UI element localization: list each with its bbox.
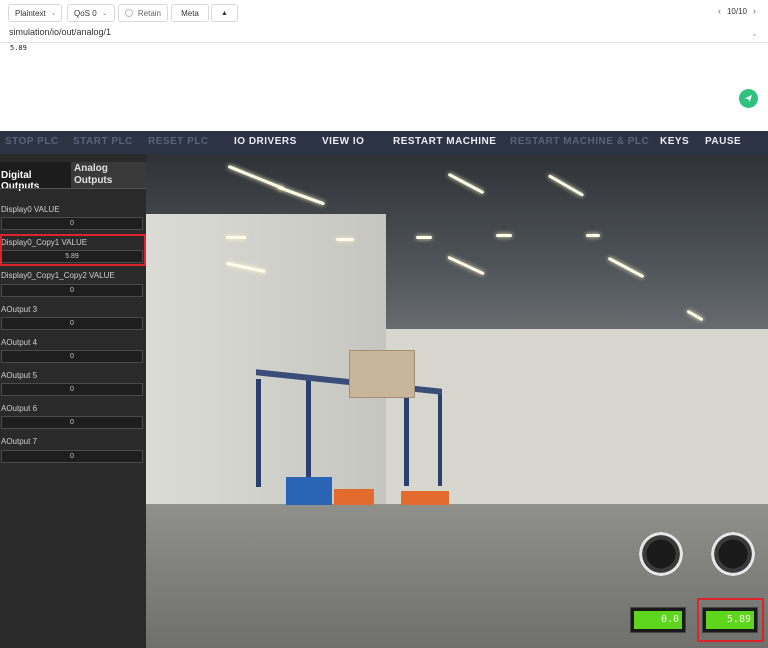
simulator-window: STOP PLC START PLC RESET PLC IO DRIVERS … <box>0 131 768 648</box>
field-value[interactable]: 0 <box>1 217 143 230</box>
menu-restart-machine[interactable]: RESTART MACHINE <box>393 136 496 147</box>
field-value[interactable]: 0 <box>1 350 143 363</box>
stacked-boxes <box>349 350 415 398</box>
format-label: Plaintext <box>15 8 46 18</box>
send-button[interactable] <box>739 89 758 108</box>
topic-input[interactable]: simulation/io/out/analog/1 <box>9 27 111 37</box>
divider <box>0 188 146 189</box>
ceiling-light <box>416 236 432 239</box>
rack-post <box>256 379 261 487</box>
field-value[interactable]: 0 <box>1 317 143 330</box>
caret-up-icon: ▲ <box>221 9 228 17</box>
field-label: AOutput 5 <box>1 371 38 380</box>
ceiling-light <box>226 236 246 239</box>
publish-toolbar: Plaintext ⌄ QoS 0 ⌄ Retain Meta ▲ ‹ 10/1… <box>0 0 768 26</box>
tab-analog-outputs[interactable]: Analog Outputs <box>71 162 146 188</box>
highlight-box <box>0 234 146 266</box>
field-label: AOutput 3 <box>1 305 38 314</box>
field-label: AOutput 7 <box>1 437 38 446</box>
digital-display-left: 0.0 <box>630 607 686 633</box>
meta-label: Meta <box>181 8 199 18</box>
orange-crate <box>334 489 374 505</box>
chevron-down-icon[interactable]: ⌄ <box>751 29 758 38</box>
simulator-menubar: STOP PLC START PLC RESET PLC IO DRIVERS … <box>0 131 768 154</box>
io-tabs: Digital Outputs Analog Outputs <box>0 162 146 192</box>
io-panel: Digital Outputs Analog Outputs Display0 … <box>0 154 146 648</box>
field-label: Display0_Copy1_Copy2 VALUE <box>1 271 115 280</box>
send-icon <box>744 94 753 103</box>
expand-button[interactable]: ▲ <box>211 4 238 22</box>
menu-start-plc: START PLC <box>73 136 133 147</box>
rack-post <box>438 389 442 486</box>
menu-keys[interactable]: KEYS <box>660 136 689 147</box>
field-value[interactable]: 0 <box>1 416 143 429</box>
ceiling-light <box>336 238 354 241</box>
message-pager: ‹ 10/10 › <box>718 6 756 16</box>
field-value[interactable]: 0 <box>1 383 143 396</box>
field-label: AOutput 4 <box>1 338 38 347</box>
menu-pause[interactable]: PAUSE <box>705 136 741 147</box>
rotary-knob[interactable] <box>711 532 755 576</box>
format-select[interactable]: Plaintext ⌄ <box>8 4 62 22</box>
chevron-left-icon[interactable]: ‹ <box>718 6 721 16</box>
retain-label: Retain <box>137 8 161 18</box>
meta-button[interactable]: Meta <box>171 4 209 22</box>
display-value: 0.0 <box>634 611 682 629</box>
menu-io-drivers[interactable]: IO DRIVERS <box>234 136 297 147</box>
ceiling-light <box>496 234 512 237</box>
qos-select[interactable]: QoS 0 ⌄ <box>67 4 115 22</box>
tab-digital-outputs[interactable]: Digital Outputs <box>0 162 71 192</box>
retain-checkbox[interactable]: Retain <box>118 4 168 22</box>
field-value[interactable]: 0 <box>1 284 143 297</box>
rotary-knob[interactable] <box>639 532 683 576</box>
menu-reset-plc: RESET PLC <box>148 136 209 147</box>
ceiling-light <box>586 234 600 237</box>
orange-crate <box>401 491 449 505</box>
field-label: AOutput 6 <box>1 404 38 413</box>
divider <box>0 42 768 43</box>
payload-editor[interactable]: 5.89 <box>10 44 27 52</box>
chevron-right-icon[interactable]: › <box>753 6 756 16</box>
warehouse-scene: 0.0 5.89 <box>146 154 768 648</box>
rack-post <box>306 376 311 486</box>
menu-stop-plc: STOP PLC <box>5 136 59 147</box>
menu-restart-machine-plc: RESTART MACHINE & PLC <box>510 136 650 147</box>
highlight-box <box>697 598 764 642</box>
qos-label: QoS 0 <box>74 8 97 18</box>
back-wall <box>386 329 768 514</box>
field-value[interactable]: 0 <box>1 450 143 463</box>
menu-view-io[interactable]: VIEW IO <box>322 136 364 147</box>
chevron-down-icon: ⌄ <box>101 10 108 17</box>
radio-icon <box>125 9 133 17</box>
pager-text: 10/10 <box>726 6 747 16</box>
chevron-down-icon: ⌄ <box>50 10 57 17</box>
rack-post <box>404 386 409 486</box>
field-label: Display0 VALUE <box>1 205 60 214</box>
blue-bin <box>286 477 332 505</box>
